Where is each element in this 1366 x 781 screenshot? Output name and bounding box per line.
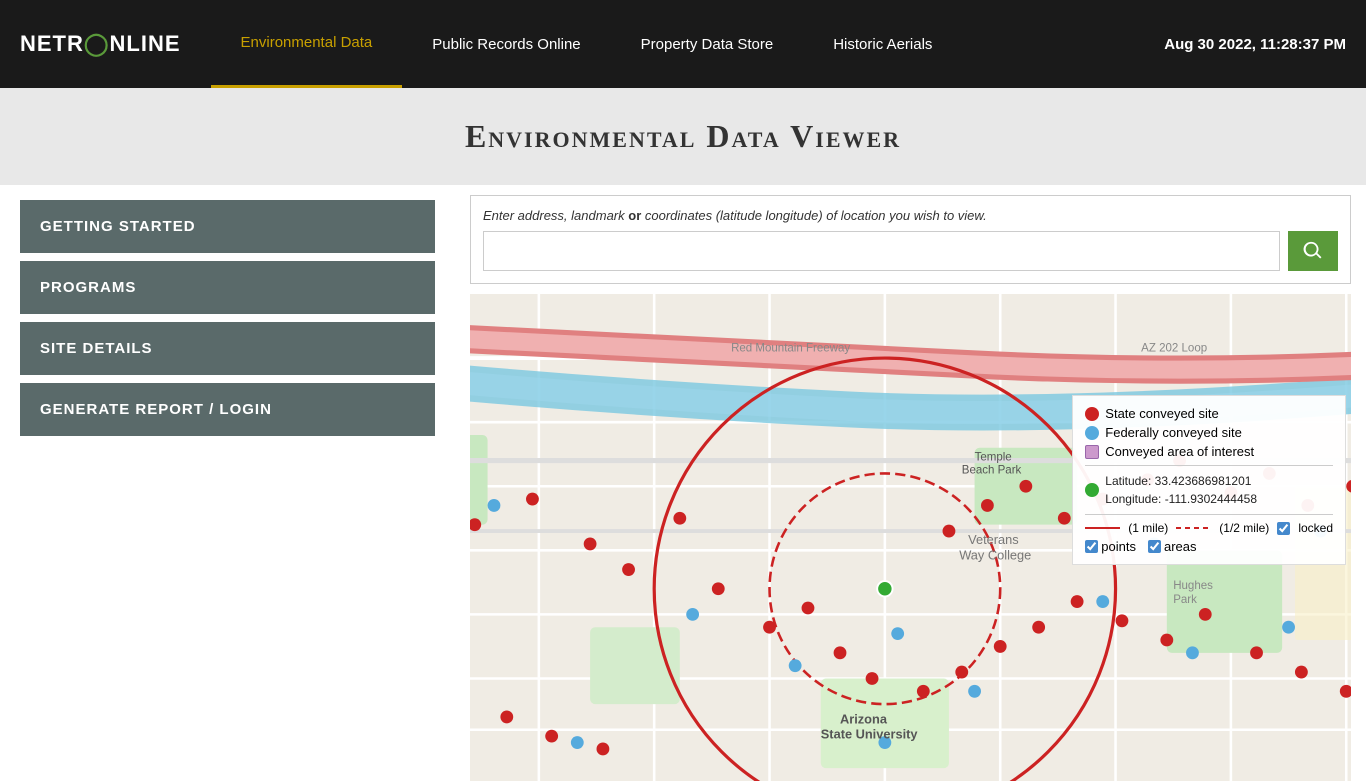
svg-text:State University: State University: [821, 727, 919, 742]
search-area: Enter address, landmark or coordinates (…: [470, 195, 1351, 284]
globe-icon: ◯: [84, 31, 110, 56]
legend-state-conveyed: State conveyed site: [1085, 406, 1333, 421]
legend-divider-2: [1085, 514, 1333, 515]
search-button[interactable]: [1288, 231, 1338, 271]
area-of-interest-dot: [1085, 445, 1099, 459]
half-mile-label: (1/2 mile): [1219, 521, 1269, 535]
coords-text: Latitude: 33.423686981201 Longitude: -11…: [1105, 472, 1257, 508]
lon-label: Longitude:: [1105, 492, 1161, 506]
svg-text:Arizona: Arizona: [840, 711, 888, 726]
programs-button[interactable]: PROGRAMS: [20, 261, 435, 314]
search-hint: Enter address, landmark or coordinates (…: [483, 208, 1338, 223]
points-checkbox-item: points: [1085, 539, 1136, 554]
svg-text:AZ 202 Loop: AZ 202 Loop: [1141, 343, 1207, 355]
locked-checkbox[interactable]: [1277, 522, 1290, 535]
svg-text:Temple: Temple: [975, 452, 1012, 464]
one-mile-line: (1 mile) (1/2 mile) locked: [1085, 521, 1333, 535]
legend-coords: Latitude: 33.423686981201 Longitude: -11…: [1085, 472, 1333, 508]
state-conveyed-dot: [1085, 407, 1099, 421]
areas-checkbox[interactable]: [1148, 540, 1161, 553]
legend-divider: [1085, 465, 1333, 466]
areas-label: areas: [1164, 539, 1197, 554]
sidebar: GETTING STARTED PROGRAMS SITE DETAILS GE…: [0, 185, 455, 781]
svg-text:Park: Park: [1173, 594, 1197, 606]
svg-text:Red Mountain Freeway: Red Mountain Freeway: [731, 343, 850, 355]
coords-dot: [1085, 483, 1099, 497]
federally-conveyed-dot: [1085, 426, 1099, 440]
lat-value: 33.423686981201: [1155, 474, 1252, 488]
nav: Environmental Data Public Records Online…: [211, 0, 1165, 88]
nav-public-records[interactable]: Public Records Online: [402, 0, 610, 88]
svg-text:Hughes: Hughes: [1173, 580, 1213, 592]
svg-text:Beach Park: Beach Park: [962, 464, 1022, 476]
area-of-interest-label: Conveyed area of interest: [1105, 444, 1254, 459]
legend-area-of-interest: Conveyed area of interest: [1085, 444, 1333, 459]
one-mile-label: (1 mile): [1128, 521, 1168, 535]
federally-conveyed-label: Federally conveyed site: [1105, 425, 1242, 440]
page-title-bar: Environmental Data Viewer: [0, 88, 1366, 185]
getting-started-button[interactable]: GETTING STARTED: [20, 200, 435, 253]
areas-checkbox-item: areas: [1148, 539, 1197, 554]
nav-environmental-data[interactable]: Environmental Data: [211, 0, 403, 88]
svg-text:Veterans: Veterans: [968, 532, 1019, 547]
svg-text:●: ●: [882, 582, 889, 594]
page-title: Environmental Data Viewer: [0, 118, 1366, 155]
search-input[interactable]: [483, 231, 1280, 271]
generate-report-button[interactable]: GENERATE REPORT / LOGIN: [20, 383, 435, 436]
checkbox-row: points areas: [1085, 539, 1333, 554]
header: NETR◯NLINE Environmental Data Public Rec…: [0, 0, 1366, 88]
points-checkbox[interactable]: [1085, 540, 1098, 553]
points-label: points: [1101, 539, 1136, 554]
half-mile-line-graphic: [1176, 527, 1211, 529]
logo: NETR◯NLINE: [20, 31, 181, 57]
one-mile-line-graphic: [1085, 527, 1120, 529]
lat-label: Latitude:: [1105, 474, 1151, 488]
state-conveyed-label: State conveyed site: [1105, 406, 1218, 421]
site-details-button[interactable]: SITE DETAILS: [20, 322, 435, 375]
legend-federally-conveyed: Federally conveyed site: [1085, 425, 1333, 440]
legend: State conveyed site Federally conveyed s…: [1072, 395, 1346, 565]
nav-property-data[interactable]: Property Data Store: [611, 0, 804, 88]
datetime: Aug 30 2022, 11:28:37 PM: [1164, 36, 1346, 53]
nav-historic-aerials[interactable]: Historic Aerials: [803, 0, 962, 88]
search-icon: [1302, 240, 1324, 262]
svg-text:Way College: Way College: [959, 547, 1031, 562]
lon-value: -111.9302444458: [1165, 492, 1257, 506]
locked-label: locked: [1298, 521, 1333, 535]
